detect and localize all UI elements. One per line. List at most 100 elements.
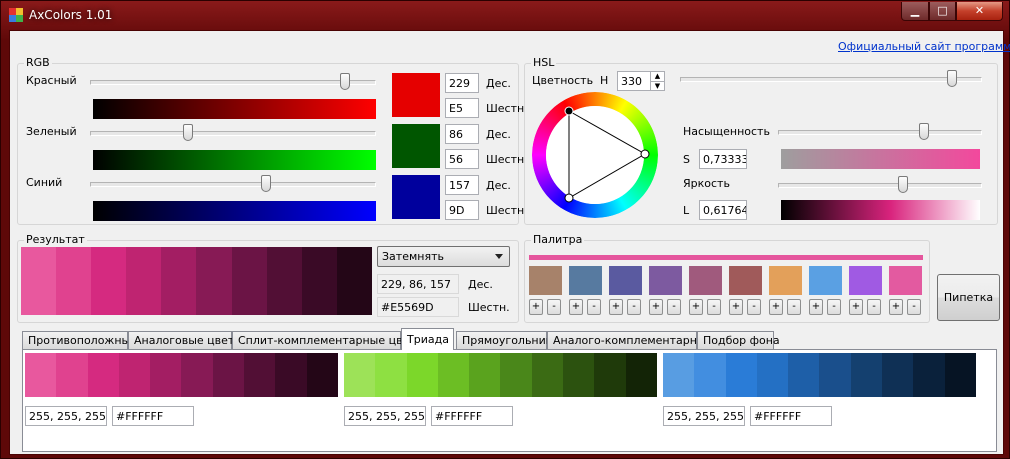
triad-shade[interactable] [181,353,213,397]
hue-down-icon[interactable]: ▼ [650,81,664,90]
minimize-button[interactable]: ▁ [901,2,929,21]
triad-shade[interactable] [913,353,945,397]
tab-7[interactable]: Подбор фона [697,331,780,349]
triad-shade[interactable] [563,353,595,397]
triad-shade[interactable] [944,353,976,397]
palette-plus-button[interactable]: + [569,299,583,315]
triad-rgb-field[interactable]: 255, 255, 255 [25,406,107,426]
triad-shade[interactable] [725,353,757,397]
official-site-link[interactable]: Официальный сайт программы [838,40,1010,53]
maximize-button[interactable]: □ [929,2,956,21]
tab-3[interactable]: Сплит-комплементарные цвета [232,331,423,349]
saturation-marker[interactable] [640,149,650,159]
triad-hex-field[interactable]: #FFFFFF [431,406,513,426]
triad-shade[interactable] [406,353,438,397]
triad-rgb-field[interactable]: 255, 255, 255 [344,406,426,426]
hue-stepper[interactable]: 330 ▲ ▼ [617,71,665,91]
triad-shade[interactable] [275,353,307,397]
result-shade[interactable] [21,247,57,315]
palette-minus-button[interactable]: - [867,299,881,315]
palette-minus-button[interactable]: - [907,299,921,315]
red-slider-thumb[interactable] [340,73,350,90]
green-dec-input[interactable]: 86 [445,124,479,144]
palette-minus-button[interactable]: - [627,299,641,315]
palette-minus-button[interactable]: - [587,299,601,315]
palette-minus-button[interactable]: - [787,299,801,315]
triad-shade[interactable] [850,353,883,397]
palette-swatch[interactable] [529,266,562,295]
triad-shade[interactable] [663,353,695,397]
palette-minus-button[interactable]: - [747,299,761,315]
tab-4[interactable]: Триада [401,328,454,350]
lightness-marker[interactable] [564,193,574,203]
tab-2[interactable]: Аналоговые цвета [128,331,241,349]
result-hex-field[interactable]: #E5569D [377,297,459,317]
saturation-input[interactable]: 0,733333 [699,149,747,169]
triad-shade[interactable] [212,353,245,397]
tab-1[interactable]: Противоположный [22,331,137,349]
triad-shade[interactable] [882,353,914,397]
triad-shade[interactable] [25,353,57,397]
triad-shade[interactable] [819,353,851,397]
hue-slider-thumb[interactable] [947,70,957,87]
green-slider-thumb[interactable] [183,124,193,141]
palette-swatch[interactable] [729,266,762,295]
hue-slider-track[interactable] [680,77,982,82]
hue-marker[interactable] [564,106,574,116]
palette-swatch[interactable] [849,266,882,295]
result-shade[interactable] [161,247,197,315]
tab-5[interactable]: Прямоугольник [456,331,552,349]
palette-swatch[interactable] [569,266,602,295]
hue-color-wheel[interactable] [532,92,658,218]
title-bar[interactable]: AxColors 1.01 ▁ □ ✕ [1,1,1009,29]
triad-shade[interactable] [625,353,657,397]
triad-shade[interactable] [344,353,376,397]
triad-shade[interactable] [531,353,564,397]
triad-shade[interactable] [56,353,88,397]
triad-shade[interactable] [694,353,726,397]
saturation-slider-track[interactable] [778,130,982,135]
triad-shade[interactable] [788,353,820,397]
palette-plus-button[interactable]: + [609,299,623,315]
palette-swatch[interactable] [649,266,682,295]
result-shade[interactable] [301,247,337,315]
triad-shade[interactable] [87,353,119,397]
blue-dec-input[interactable]: 157 [445,175,479,195]
triad-rgb-field[interactable]: 255, 255, 255 [663,406,745,426]
palette-minus-button[interactable]: - [547,299,561,315]
triad-shade[interactable] [150,353,182,397]
lightness-input[interactable]: 0,617647 [699,200,747,220]
palette-plus-button[interactable]: + [729,299,743,315]
result-shade[interactable] [266,247,302,315]
palette-swatch[interactable] [689,266,722,295]
result-shade[interactable] [56,247,92,315]
green-hex-input[interactable]: 56 [445,149,479,169]
result-shade[interactable] [231,247,267,315]
result-shade[interactable] [126,247,162,315]
triad-shade[interactable] [118,353,151,397]
palette-plus-button[interactable]: + [849,299,863,315]
result-shade[interactable] [196,247,232,315]
palette-plus-button[interactable]: + [529,299,543,315]
result-shade[interactable] [336,247,372,315]
result-shade[interactable] [91,247,127,315]
shade-mode-dropdown[interactable]: Затемнять [377,246,510,267]
saturation-slider-thumb[interactable] [919,123,929,140]
red-hex-input[interactable]: E5 [445,98,479,118]
palette-minus-button[interactable]: - [827,299,841,315]
palette-plus-button[interactable]: + [809,299,823,315]
triad-shade[interactable] [500,353,532,397]
palette-plus-button[interactable]: + [889,299,903,315]
tab-6[interactable]: Аналого-комплементарные [547,331,712,349]
red-slider-track[interactable] [90,80,376,85]
close-button[interactable]: ✕ [956,2,1003,21]
lightness-slider-thumb[interactable] [898,176,908,193]
palette-minus-button[interactable]: - [667,299,681,315]
green-slider-track[interactable] [90,131,376,136]
palette-plus-button[interactable]: + [769,299,783,315]
red-dec-input[interactable]: 229 [445,73,479,93]
blue-slider-thumb[interactable] [261,175,271,192]
triad-hex-field[interactable]: #FFFFFF [112,406,194,426]
palette-swatch[interactable] [889,266,922,295]
triad-shade[interactable] [375,353,407,397]
